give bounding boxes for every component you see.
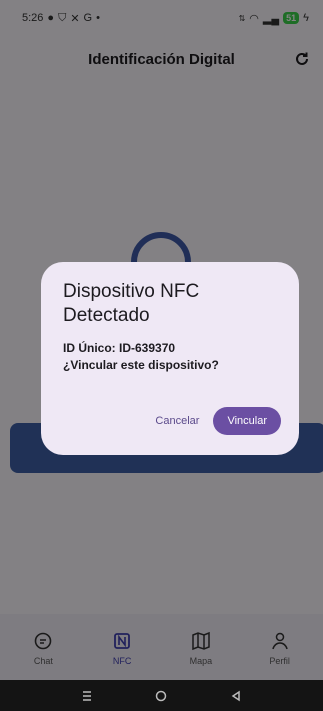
cancel-button[interactable]: Cancelar: [155, 415, 199, 427]
back-triangle-icon: [231, 690, 240, 701]
system-navigation-bar: [0, 680, 323, 711]
back-button[interactable]: [224, 684, 248, 708]
app-screen: 5:26 ● ⛉ ✕ G • ⇅ ◠ ▂▄ 51 ϟ Identificació…: [0, 0, 323, 711]
dialog-actions: Cancelar Vincular: [155, 407, 281, 435]
recents-button[interactable]: [75, 684, 99, 708]
dialog-device-id: ID Único: ID-639370: [63, 341, 176, 355]
link-button[interactable]: Vincular: [213, 407, 281, 435]
nfc-detected-dialog: Dispositivo NFC Detectado ID Único: ID-6…: [41, 262, 299, 455]
dialog-question: ¿Vincular este dispositivo?: [63, 358, 219, 372]
home-button[interactable]: [149, 684, 173, 708]
home-circle-icon: [156, 690, 167, 701]
menu-lines-icon: [83, 690, 92, 701]
dialog-title: Dispositivo NFC Detectado: [63, 281, 200, 326]
